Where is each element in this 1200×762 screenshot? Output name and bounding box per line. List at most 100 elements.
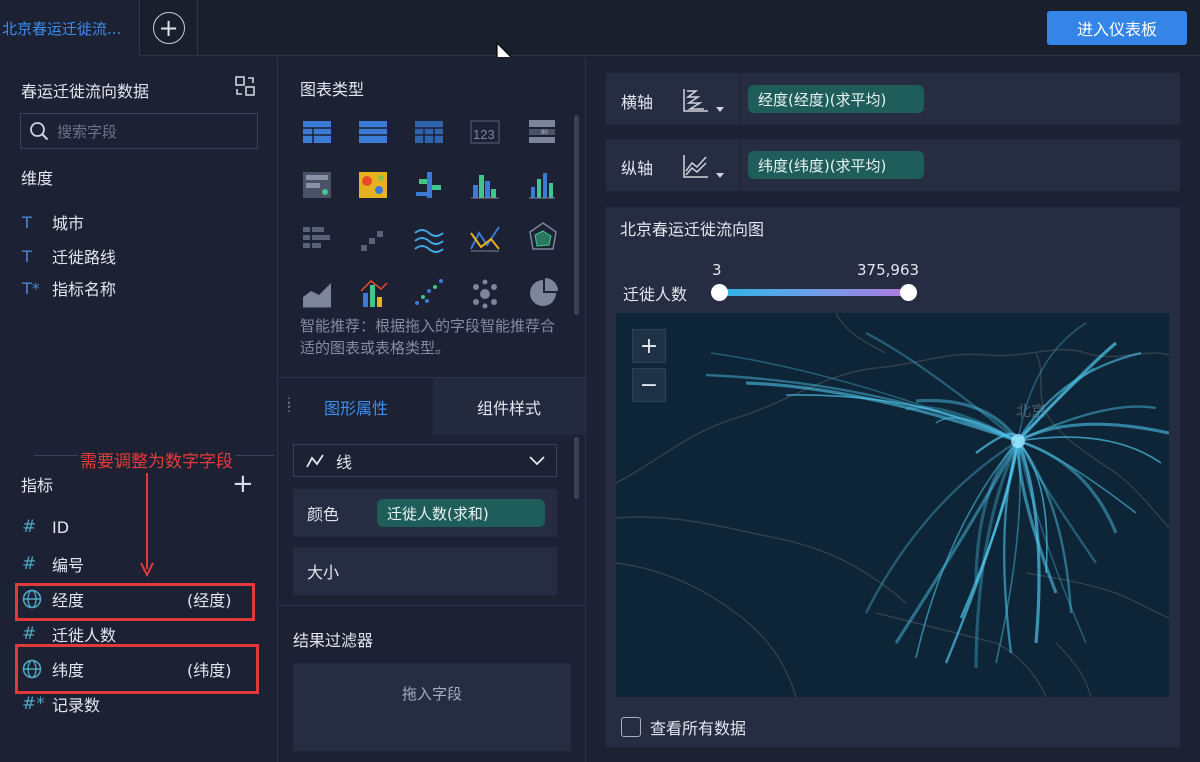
axis-separator — [739, 73, 740, 125]
column-chart-icon[interactable] — [529, 173, 555, 199]
color-label: 颜色 — [307, 505, 340, 524]
range-slider-max-handle[interactable] — [900, 284, 917, 301]
scatter-chart-icon[interactable] — [415, 279, 443, 305]
flow-line — [745, 381, 1019, 443]
show-all-data-checkbox[interactable]: 查看所有数据 — [621, 715, 746, 739]
heatmap-icon[interactable] — [359, 172, 387, 198]
combo-line-icon[interactable] — [470, 226, 500, 252]
smart-recommend-hint: 智能推荐：根据拖入的字段智能推荐合适的图表或表格类型。 — [300, 317, 556, 357]
range-slider-track[interactable] — [719, 289, 909, 296]
chart-type-scrollbar[interactable] — [574, 115, 579, 315]
chart-type-grid: 123 90 — [303, 120, 558, 309]
calculated-number-type-icon: #* — [22, 694, 45, 714]
range-max-value: 375,963 — [857, 261, 920, 279]
field-label: 记录数 — [52, 696, 101, 715]
field-label: 编号 — [52, 556, 85, 575]
result-filter-title: 结果过滤器 — [293, 631, 374, 650]
field-item-number[interactable]: # 编号 — [22, 552, 84, 576]
annotation-text: 需要调整为数字字段 — [78, 447, 235, 472]
axis-separator — [739, 139, 740, 191]
x-axis-field-pill[interactable]: 经度(经度)(求平均) — [748, 85, 924, 113]
kpi-number-icon[interactable]: 123 — [470, 120, 500, 144]
y-axis-label: 纵轴 — [621, 159, 654, 178]
field-label: 指标名称 — [52, 280, 117, 299]
size-property-row[interactable]: 大小 — [293, 547, 557, 595]
chart-type-title: 图表类型 — [300, 80, 365, 99]
checkbox-icon — [621, 717, 641, 737]
color-property-row[interactable]: 颜色 迁徙人数(求和) — [293, 489, 557, 537]
property-tabs: 图形属性 组件样式 ⋮ ⋮ — [279, 377, 585, 436]
field-label: ID — [52, 517, 70, 537]
plus-icon: + — [152, 12, 185, 44]
table-chart-icon[interactable] — [303, 121, 331, 143]
field-item-migration-count[interactable]: # 迁徙人数 — [22, 622, 116, 646]
grouped-bar-icon[interactable] — [471, 175, 499, 199]
switch-dataset-icon[interactable] — [234, 75, 256, 97]
range-min-value: 3 — [712, 261, 722, 279]
search-field-input[interactable]: 搜索字段 — [20, 113, 258, 149]
area-chart-icon[interactable] — [303, 283, 331, 308]
range-slider-min-handle[interactable] — [711, 284, 728, 301]
flow-map[interactable]: 北京 + − — [616, 313, 1169, 697]
chart-preview-panel: 横轴 经度(经度)(求平均) 纵轴 纬度(纬度)(求平均) 北京春运迁徙流向图 … — [587, 57, 1200, 762]
flow-line — [1017, 440, 1137, 514]
tab-shape-properties[interactable]: 图形属性 — [279, 378, 433, 436]
range-filter-label: 迁徙人数 — [623, 285, 688, 304]
number-type-icon: # — [22, 517, 37, 537]
search-icon — [30, 122, 49, 141]
group-table-icon[interactable] — [359, 121, 387, 143]
tab-title: 北京春运迁徙流... — [2, 19, 122, 38]
beijing-hub-point — [1011, 434, 1025, 448]
y-axis-sort-icon[interactable] — [682, 151, 732, 181]
annotation-arrow-icon — [140, 473, 154, 577]
line-mark-icon — [306, 454, 324, 467]
kpi-card-text: 90 — [541, 130, 548, 136]
show-all-data-label: 查看所有数据 — [650, 719, 747, 738]
search-placeholder: 搜索字段 — [57, 122, 118, 141]
flow-line — [1016, 351, 1142, 442]
kpi-card-icon[interactable]: 90 — [529, 120, 555, 143]
add-tab-button[interactable]: + — [140, 0, 198, 56]
multi-line-icon[interactable] — [414, 229, 444, 253]
waterfall-icon[interactable] — [416, 172, 441, 198]
y-axis-row: 纵轴 纬度(纬度)(求平均) — [606, 139, 1180, 191]
field-panel: 春运迁徙流向数据 搜索字段 维度 T 城市 T 迁徙路线 T* 指标名称 需要调… — [0, 57, 278, 762]
highlight-box-latitude — [15, 644, 259, 694]
bubble-chart-icon[interactable] — [473, 279, 497, 309]
mark-type-select[interactable]: 线 — [293, 444, 557, 477]
tab-component-style[interactable]: 组件样式 — [433, 378, 585, 436]
dataset-title: 春运迁徙流向数据 — [21, 82, 150, 101]
indicator-card-icon[interactable] — [303, 172, 331, 198]
line-bar-combo-icon[interactable] — [360, 279, 388, 307]
field-item-route[interactable]: T 迁徙路线 — [22, 244, 116, 268]
y-axis-field-pill[interactable]: 纬度(纬度)(求平均) — [748, 151, 924, 179]
dimension-section-label: 维度 — [21, 169, 54, 188]
pivot-bar-icon[interactable] — [303, 227, 330, 248]
pie-chart-icon[interactable] — [530, 278, 558, 306]
property-scrollbar[interactable] — [574, 437, 579, 499]
field-item-metric-name[interactable]: T* 指标名称 — [22, 276, 116, 300]
step-chart-icon[interactable] — [361, 231, 383, 251]
filter-drop-zone[interactable]: 拖入字段 — [293, 663, 571, 751]
enter-dashboard-button[interactable]: 进入仪表板 — [1047, 11, 1187, 45]
top-bar: 北京春运迁徙流... + 进入仪表板 — [0, 0, 1200, 56]
x-axis-sort-icon[interactable] — [682, 85, 732, 115]
number-type-icon: # — [22, 624, 37, 644]
flow-line — [894, 440, 1020, 644]
color-field-pill[interactable]: 迁徙人数(求和) — [377, 499, 545, 527]
size-label: 大小 — [307, 563, 340, 582]
drag-handle-icon[interactable]: ⋮ ⋮ — [283, 396, 295, 413]
highlight-box-longitude — [15, 583, 255, 621]
add-metric-icon[interactable]: + — [232, 471, 254, 497]
cross-table-icon[interactable] — [415, 121, 443, 143]
field-item-id[interactable]: # ID — [22, 517, 69, 537]
zoom-out-button[interactable]: − — [632, 368, 666, 402]
tab-migration-analysis[interactable]: 北京春运迁徙流... — [0, 0, 140, 56]
field-item-record-count[interactable]: #* 记录数 — [22, 692, 100, 716]
radar-chart-icon[interactable] — [529, 222, 557, 250]
filter-divider — [279, 605, 585, 606]
kpi-number-text: 123 — [473, 127, 495, 142]
field-item-city[interactable]: T 城市 — [22, 210, 84, 234]
mark-type-label: 线 — [336, 452, 353, 472]
zoom-in-button[interactable]: + — [632, 329, 666, 363]
